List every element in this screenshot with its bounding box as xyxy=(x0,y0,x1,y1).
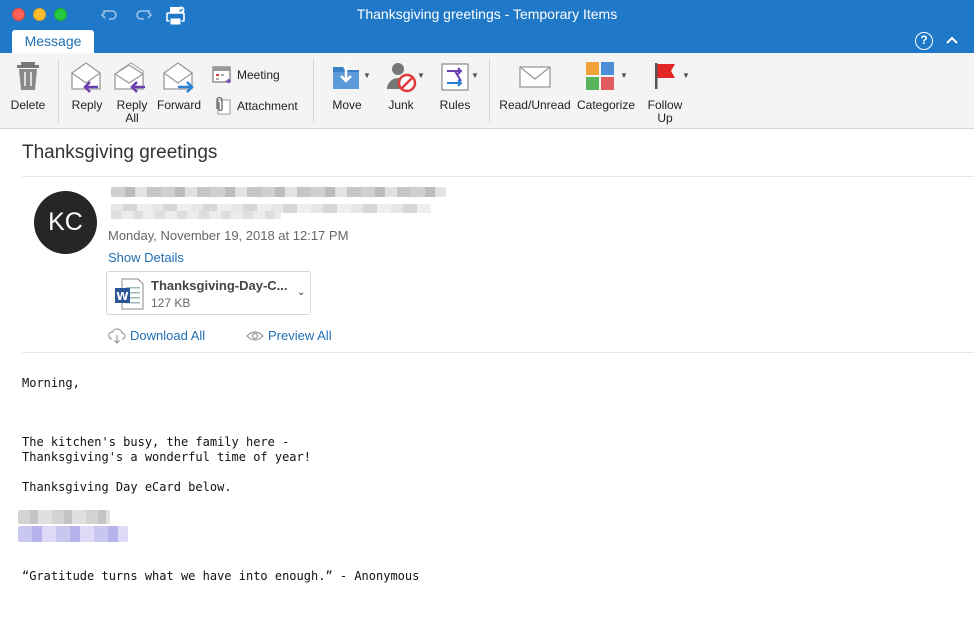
rules-dropdown-arrow[interactable]: ▼ xyxy=(471,71,479,80)
follow-up-label-line2: Up xyxy=(657,111,673,125)
rules-button[interactable]: Rules xyxy=(434,53,476,129)
move-label: Move xyxy=(332,98,362,112)
reply-all-label-line2: All xyxy=(125,111,139,125)
rules-icon xyxy=(441,63,469,91)
sent-datetime: Monday, November 19, 2018 at 12:17 PM xyxy=(108,228,349,243)
tab-message[interactable]: Message xyxy=(12,30,94,53)
attachment-size: 127 KB xyxy=(151,296,191,310)
window-title: Thanksgiving greetings - Temporary Items xyxy=(356,6,618,22)
move-button[interactable]: Move xyxy=(324,53,370,129)
help-icon[interactable]: ? xyxy=(915,32,933,50)
ribbon-toolbar: Delete Reply Reply All Forward Meeting A… xyxy=(0,53,974,129)
sender-avatar: KC xyxy=(34,191,97,254)
reply-label: Reply xyxy=(71,98,103,112)
paperclip-icon xyxy=(216,96,231,115)
categorize-button[interactable]: Categorize xyxy=(574,53,638,129)
categorize-dropdown-arrow[interactable]: ▼ xyxy=(620,71,628,80)
junk-icon xyxy=(387,63,417,93)
forward-label: Forward xyxy=(156,98,201,112)
delete-button[interactable]: Delete xyxy=(4,53,52,129)
reply-icon xyxy=(71,62,101,93)
svg-text:W: W xyxy=(116,290,128,303)
email-subject: Thanksgiving greetings xyxy=(22,142,218,163)
ribbon-separator xyxy=(489,59,490,123)
flag-icon xyxy=(655,63,675,89)
forward-icon xyxy=(163,62,194,93)
preview-all-label: Preview All xyxy=(268,328,332,343)
reply-all-button[interactable]: Reply All xyxy=(110,53,154,129)
reply-all-label: Reply All xyxy=(110,99,154,125)
download-all-label: Download All xyxy=(130,328,206,343)
junk-button[interactable]: Junk xyxy=(380,53,422,129)
attachment-card[interactable]: W Thanksgiving-Day-C... 127 KB ⌄ xyxy=(106,271,311,315)
junk-dropdown-arrow[interactable]: ▼ xyxy=(417,71,425,80)
attachment-label: Attachment xyxy=(237,99,298,113)
meeting-label: Meeting xyxy=(237,68,280,82)
read-unread-label: Read/Unread xyxy=(499,98,571,112)
body-line: Thanksgiving's a wonderful time of year! xyxy=(22,450,311,464)
body-greeting: Morning, xyxy=(22,376,80,390)
forward-button[interactable]: Forward xyxy=(155,53,203,129)
move-dropdown-arrow[interactable]: ▼ xyxy=(363,71,371,80)
read-unread-button[interactable]: Read/Unread xyxy=(498,53,572,129)
reply-all-icon xyxy=(114,62,145,93)
title-bar: Thanksgiving greetings - Temporary Items xyxy=(0,0,974,30)
collapse-icon[interactable] xyxy=(944,33,960,49)
envelope-icon xyxy=(519,66,551,88)
word-doc-icon: W xyxy=(115,278,144,310)
body-line: Thanksgiving Day eCard below. xyxy=(22,480,232,494)
ribbon-separator xyxy=(313,59,314,123)
meeting-button[interactable]: Meeting xyxy=(212,65,307,85)
ribbon-separator xyxy=(58,59,59,123)
meeting-icon xyxy=(212,66,231,84)
follow-up-dropdown-arrow[interactable]: ▼ xyxy=(682,71,690,80)
attachment-name: Thanksgiving-Day-C... xyxy=(151,278,288,293)
divider xyxy=(22,176,974,177)
attachment-button[interactable]: Attachment xyxy=(212,96,307,116)
categorize-label: Categorize xyxy=(576,98,636,112)
tab-strip: Message ? xyxy=(0,30,974,53)
cloud-download-icon xyxy=(108,328,126,344)
show-details-link[interactable]: Show Details xyxy=(108,250,184,265)
rules-label: Rules xyxy=(439,98,471,112)
follow-up-label: Follow Up xyxy=(642,99,688,125)
reply-button[interactable]: Reply xyxy=(66,53,108,129)
trash-icon xyxy=(17,62,39,90)
categorize-icon xyxy=(586,62,614,90)
eye-icon xyxy=(246,331,264,341)
delete-label: Delete xyxy=(10,98,46,112)
follow-up-button[interactable]: Follow Up xyxy=(642,53,688,129)
junk-label: Junk xyxy=(388,98,414,112)
body-quote: “Gratitude turns what we have into enoug… xyxy=(22,569,420,583)
chevron-down-icon[interactable]: ⌄ xyxy=(297,287,305,298)
body-line: The kitchen's busy, the family here - xyxy=(22,435,290,449)
divider xyxy=(22,352,974,353)
move-icon xyxy=(333,63,359,89)
